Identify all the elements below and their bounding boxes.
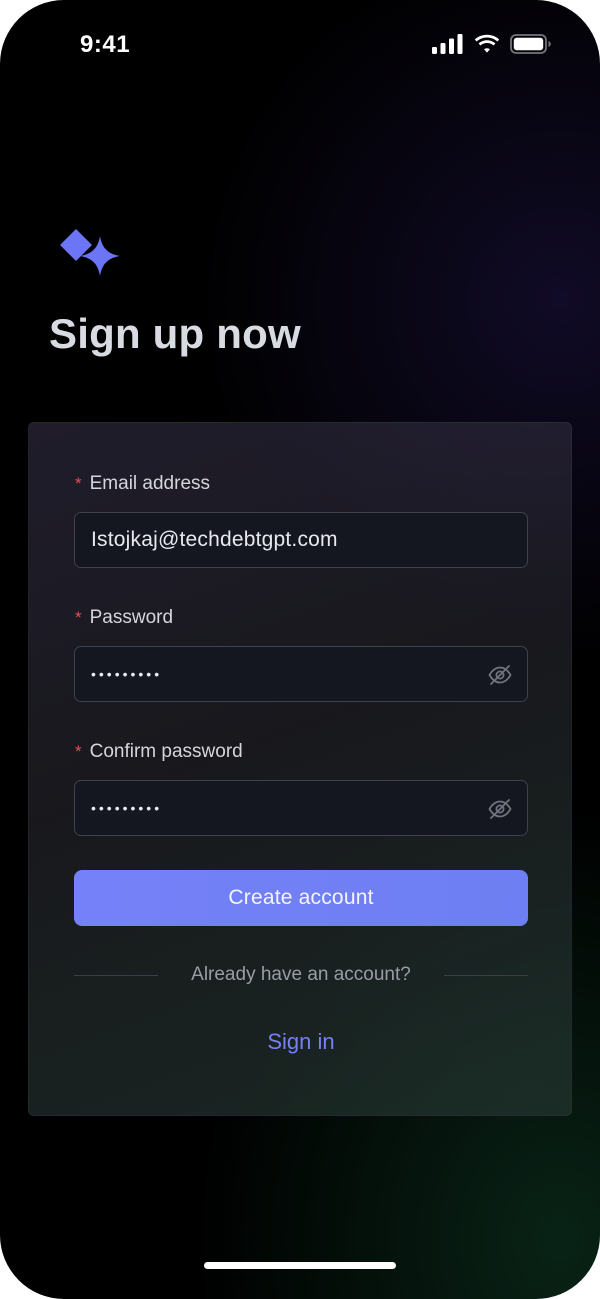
confirm-password-label-text: Confirm password xyxy=(89,741,243,762)
status-icons xyxy=(432,34,552,54)
eye-slash-icon[interactable] xyxy=(487,662,513,688)
required-marker: * xyxy=(75,474,82,493)
sign-in-link[interactable]: Sign in xyxy=(29,1029,573,1055)
diamond-sparkle-logo-icon xyxy=(60,229,120,276)
password-label: * Password xyxy=(75,607,173,629)
home-indicator[interactable] xyxy=(204,1262,396,1269)
password-label-text: Password xyxy=(89,607,174,628)
confirm-password-field-value: ••••••••• xyxy=(91,800,163,816)
page-title: Sign up now xyxy=(49,310,301,357)
wifi-icon xyxy=(474,34,500,53)
phone-screen: 9:41 Sign up now * Email address Istojka… xyxy=(0,0,600,1299)
signup-form-card: * Email address Istojkaj@techdebtgpt.com … xyxy=(28,422,572,1116)
required-marker: * xyxy=(75,742,82,761)
confirm-password-field[interactable]: ••••••••• xyxy=(74,780,528,836)
password-field[interactable]: ••••••••• xyxy=(74,646,528,702)
email-label-text: Email address xyxy=(89,473,211,494)
cellular-signal-icon xyxy=(432,34,463,54)
email-label: * Email address xyxy=(75,473,210,495)
required-marker: * xyxy=(75,608,82,627)
divider-right xyxy=(444,975,528,976)
email-field[interactable]: Istojkaj@techdebtgpt.com xyxy=(74,512,528,568)
status-time: 9:41 xyxy=(80,31,131,58)
email-field-value: Istojkaj@techdebtgpt.com xyxy=(91,528,338,551)
confirm-password-label: * Confirm password xyxy=(75,741,243,763)
password-field-value: ••••••••• xyxy=(91,666,163,682)
battery-icon xyxy=(510,34,551,54)
create-account-button[interactable]: Create account xyxy=(74,870,528,926)
eye-slash-icon[interactable] xyxy=(487,796,513,822)
